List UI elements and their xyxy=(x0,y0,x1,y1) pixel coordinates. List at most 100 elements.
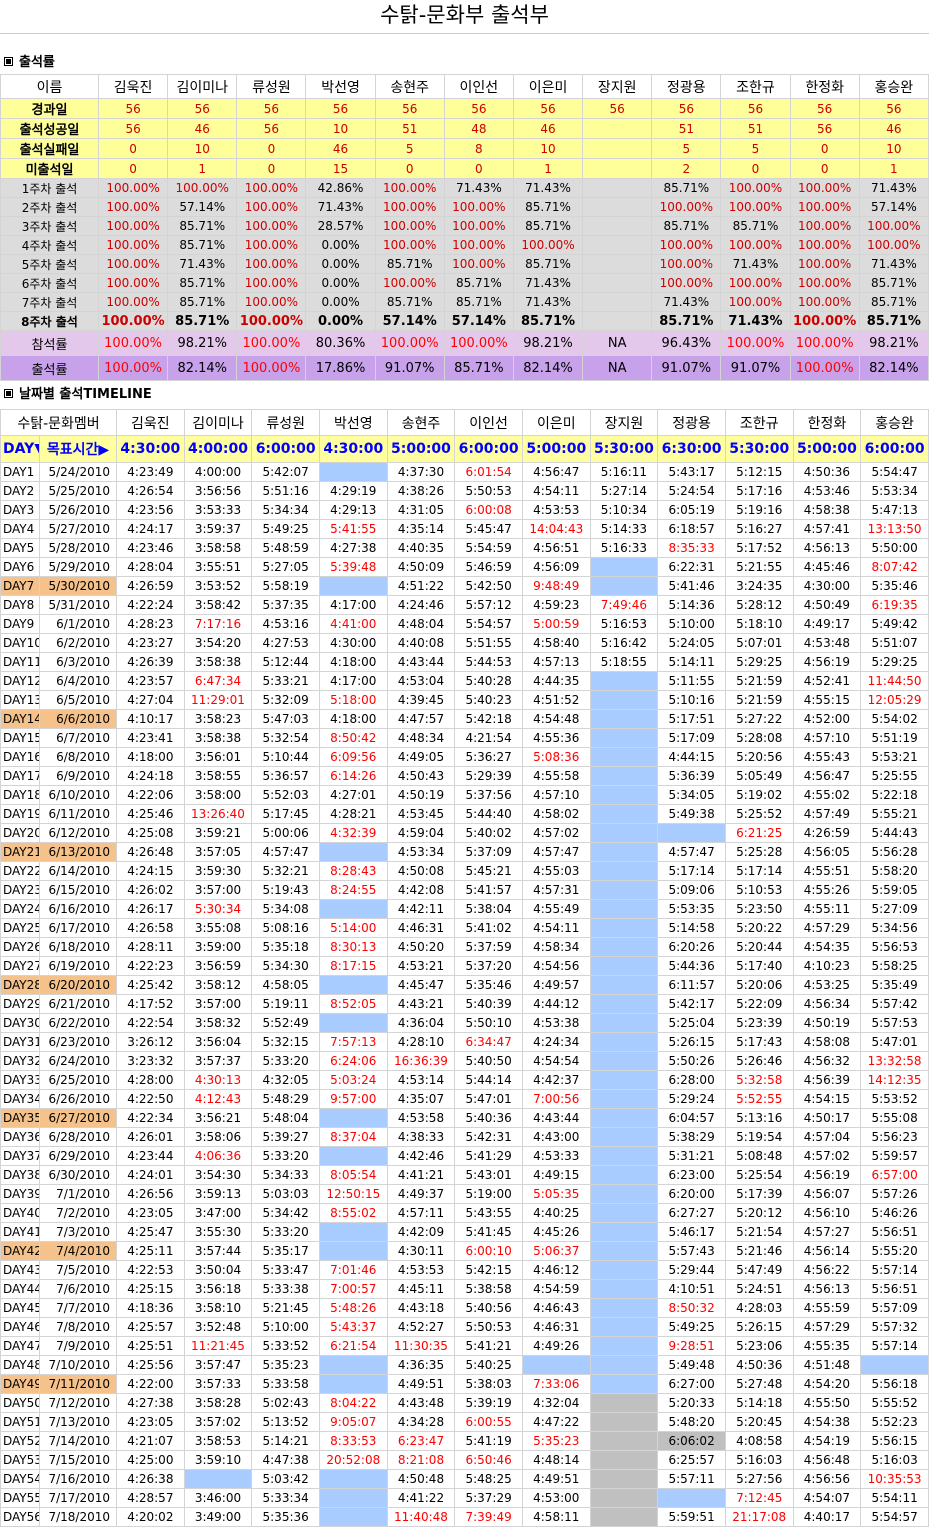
member-name: 정광용 xyxy=(657,409,726,436)
check-in-time: 5:13:16 xyxy=(724,1108,794,1128)
check-in-time: 4:37:30 xyxy=(386,462,456,482)
day-row: DAY19 6/11/2010 4:25:46 13:26:40 5:17:45 4:28… xyxy=(0,804,929,824)
check-in-time: 7:12:45 xyxy=(724,1488,794,1508)
check-in-time: 5:16:27 xyxy=(724,519,794,539)
check-in-time: 14:04:43 xyxy=(521,519,591,539)
day-date: 6/13/2010 xyxy=(39,842,117,862)
week-rate-cell: 100.00% xyxy=(789,292,860,312)
check-in-time: 5:54:02 xyxy=(860,709,929,729)
day-number: DAY32 xyxy=(0,1051,40,1071)
check-in-time: 4:49:17 xyxy=(792,614,862,634)
day-number: DAY41 xyxy=(0,1222,40,1242)
check-in-time: 5:34:34 xyxy=(251,500,320,520)
check-in-time: 5:40:36 xyxy=(454,1108,523,1128)
check-in-time: 4:34:28 xyxy=(386,1412,456,1432)
check-in-time: 4:56:56 xyxy=(792,1469,862,1489)
day-row: DAY45 7/7/2010 4:18:36 3:58:10 5:21:45 5:48:2… xyxy=(0,1298,929,1318)
missing-cell xyxy=(318,842,388,862)
day-date: 7/2/2010 xyxy=(39,1203,117,1223)
check-in-time: 5:26:15 xyxy=(657,1032,726,1052)
check-in-time: 4:48:04 xyxy=(386,614,456,634)
check-in-time: 4:58:38 xyxy=(792,500,862,520)
count-cell xyxy=(582,158,653,179)
week-rate-cell: 28.57% xyxy=(305,216,376,236)
check-in-time: 4:44:15 xyxy=(657,747,726,767)
day-date: 6/28/2010 xyxy=(39,1127,117,1147)
check-in-time: 4:55:35 xyxy=(792,1336,862,1356)
count-cell: 56 xyxy=(720,98,791,119)
day-number: DAY15 xyxy=(0,728,40,748)
check-in-time: 4:54:07 xyxy=(792,1488,862,1508)
check-in-time: 3:57:05 xyxy=(183,842,253,862)
check-in-time: 5:33:58 xyxy=(251,1374,320,1394)
check-in-time: 5:21:59 xyxy=(724,690,794,710)
name-column-header: 이름 xyxy=(0,74,99,99)
week-rate-cell: 85.71% xyxy=(512,197,584,217)
target-time-label: 목표시간▶ xyxy=(39,435,117,463)
section-bullet-icon xyxy=(4,389,13,398)
week-rate-cell: 100.00% xyxy=(720,178,791,198)
missing-cell xyxy=(589,728,659,748)
check-in-time: 5:37:56 xyxy=(454,785,523,805)
check-in-time: 4:57:47 xyxy=(657,842,726,862)
week-rate-cell: 100.00% xyxy=(97,197,169,217)
check-in-time: 5:18:10 xyxy=(724,614,794,634)
check-in-time: 4:55:11 xyxy=(792,899,862,919)
day-row: DAY41 7/3/2010 4:25:47 3:55:30 5:33:20 4:42:0… xyxy=(0,1222,929,1242)
week-rate-cell: 85.71% xyxy=(651,178,722,198)
check-in-time: 4:57:10 xyxy=(792,728,862,748)
count-cell: 2 xyxy=(651,158,722,179)
check-in-time: 4:26:59 xyxy=(792,823,862,843)
check-in-time: 5:14:21 xyxy=(251,1431,320,1451)
check-in-time: 3:47:00 xyxy=(183,1203,253,1223)
check-in-time: 5:57:53 xyxy=(860,1013,929,1033)
check-in-time: 4:55:43 xyxy=(792,747,862,767)
missing-cell xyxy=(589,690,659,710)
count-cell xyxy=(582,138,653,159)
week-rate-cell: 100.00% xyxy=(720,197,791,217)
day-row: DAY33 6/25/2010 4:28:00 4:30:13 4:32:05 5:03:… xyxy=(0,1070,929,1090)
member-name: 김이미나 xyxy=(183,409,253,436)
day-row: DAY31 6/23/2010 3:26:12 3:56:04 5:32:15 7:57:… xyxy=(0,1032,929,1052)
day-sort-header: DAY▼ xyxy=(0,435,40,463)
check-in-time: 5:41:57 xyxy=(454,880,523,900)
day-number: DAY52 xyxy=(0,1431,40,1451)
day-number: DAY3 xyxy=(0,500,40,520)
check-in-time: 5:32:54 xyxy=(251,728,320,748)
check-in-time: 5:57:11 xyxy=(657,1469,726,1489)
day-date: 6/7/2010 xyxy=(39,728,117,748)
check-in-time: 4:30:00 xyxy=(792,576,862,596)
week-rate-cell: 85.71% xyxy=(512,216,584,236)
check-in-time: 4:57:29 xyxy=(792,918,862,938)
day-date: 6/25/2010 xyxy=(39,1070,117,1090)
check-in-time: 5:47:01 xyxy=(454,1089,523,1109)
check-in-time: 5:43:01 xyxy=(454,1165,523,1185)
check-in-time: 4:32:04 xyxy=(521,1393,591,1413)
check-in-time: 4:47:57 xyxy=(386,709,456,729)
check-in-time: 6:05:19 xyxy=(657,500,726,520)
week-row: 3주차 출석 100.00% 85.71% 100.00% 28.57% 100.00% 1… xyxy=(0,216,929,236)
check-in-time: 4:49:37 xyxy=(386,1184,456,1204)
week-rate-cell: 0.00% xyxy=(305,311,376,331)
day-date: 7/6/2010 xyxy=(39,1279,117,1299)
day-date: 6/5/2010 xyxy=(39,690,117,710)
check-in-time: 5:36:57 xyxy=(251,766,320,786)
check-in-time: 5:23:50 xyxy=(724,899,794,919)
day-row: DAY27 6/19/2010 4:22:23 3:56:59 5:34:30 8:17:… xyxy=(0,956,929,976)
check-in-time: 5:35:23 xyxy=(521,1431,591,1451)
check-in-time: 3:57:00 xyxy=(183,994,253,1014)
check-in-time: 6:04:57 xyxy=(657,1108,726,1128)
missing-cell xyxy=(589,1013,659,1033)
check-in-time: 3:50:04 xyxy=(183,1260,253,1280)
missing-cell xyxy=(589,1241,659,1261)
check-in-time: 7:17:16 xyxy=(183,614,253,634)
check-in-time: 4:55:58 xyxy=(521,766,591,786)
check-in-time: 4:26:02 xyxy=(116,880,185,900)
day-date: 6/21/2010 xyxy=(39,994,117,1014)
check-in-time: 6:25:57 xyxy=(657,1450,726,1470)
count-cell: 0 xyxy=(720,158,791,179)
check-in-time: 5:51:55 xyxy=(454,633,523,653)
check-in-time: 4:53:33 xyxy=(521,1146,591,1166)
count-row: 경과일 56 56 56 56 56 56 56 56 56 56 56 56 xyxy=(0,98,929,119)
missing-cell xyxy=(589,1146,659,1166)
